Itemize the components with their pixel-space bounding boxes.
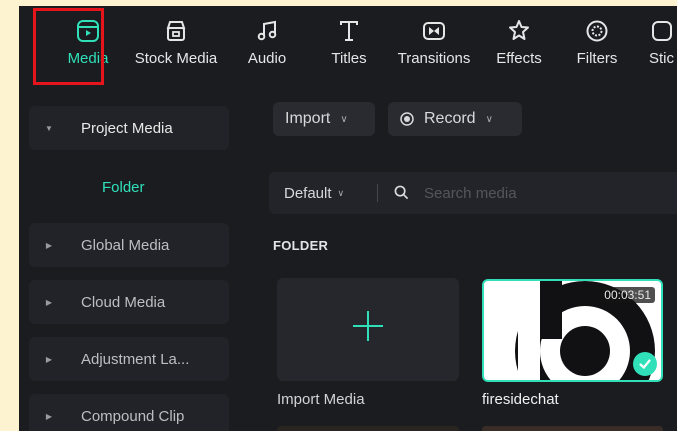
tab-label: Stock Media [134,50,218,67]
check-icon [633,352,657,376]
sidebar-item-label: Folder [102,178,145,196]
record-button[interactable]: Record ∨ [388,102,522,136]
titles-icon [336,18,362,44]
import-media-card[interactable] [277,278,459,381]
sidebar: ▼ Project Media Folder ▶ Global Media ▶ … [19,92,249,431]
chevron-down-icon: ∨ [485,113,493,125]
sidebar-item-label: Compound Clip [81,407,185,425]
tab-label: Filters [576,50,618,67]
stock-media-icon [163,18,189,44]
sidebar-item-project-media[interactable]: ▼ Project Media [29,106,229,150]
section-label: FOLDER [273,238,329,253]
collapsed-triangle-icon: ▶ [45,354,53,364]
audio-note-icon [492,351,510,374]
sort-dropdown[interactable]: Default ∨ [284,172,344,214]
top-toolbar: Media Stock Media Audio Titles Transitio [19,6,677,92]
highlight-box [33,8,104,85]
tab-effects[interactable]: Effects [489,18,549,90]
tab-label: Audio [247,50,287,67]
sidebar-item-label: Project Media [81,119,173,137]
sidebar-item-label: Adjustment La... [81,350,190,368]
search-input[interactable] [424,180,654,206]
record-icon [400,112,414,126]
clip-name: firesidechat [482,391,559,408]
audio-icon [254,18,280,44]
next-thumbnail-partial[interactable] [482,426,663,431]
divider [377,184,378,202]
media-panel: Import ∨ Record ∨ Default ∨ FOLDER [249,92,677,431]
search-icon [394,185,409,205]
import-button[interactable]: Import ∨ [273,102,375,136]
collapsed-triangle-icon: ▶ [45,297,53,307]
tab-audio[interactable]: Audio [242,18,292,90]
sidebar-item-cloud-media[interactable]: ▶ Cloud Media [29,280,229,324]
next-thumbnail-partial[interactable] [277,426,459,431]
tab-stock-media[interactable]: Stock Media [126,18,226,90]
transitions-icon [421,18,447,44]
tab-filters[interactable]: Filters [572,18,622,90]
tab-label: Effects [496,50,542,67]
filters-icon [584,18,610,44]
sidebar-item-adjustment-layer[interactable]: ▶ Adjustment La... [29,337,229,381]
import-label: Import [285,110,331,127]
tab-stickers[interactable]: Stic [649,18,677,90]
sidebar-item-compound-clip[interactable]: ▶ Compound Clip [29,394,229,431]
plus-icon [351,309,385,350]
effects-icon [506,18,532,44]
sidebar-item-label: Global Media [81,236,170,254]
clip-thumbnail[interactable]: 00:03:51 [482,279,663,382]
chevron-down-icon: ∨ [340,113,348,125]
sidebar-item-folder[interactable]: Folder [29,167,229,207]
tab-label: Stic [649,50,675,67]
import-media-label: Import Media [277,391,365,408]
collapsed-triangle-icon: ▶ [45,240,53,250]
sidebar-item-global-media[interactable]: ▶ Global Media [29,223,229,267]
filter-bar: Default ∨ [269,172,677,214]
chevron-down-icon: ∨ [337,187,345,198]
tab-transitions[interactable]: Transitions [392,18,476,90]
clip-duration: 00:03:51 [600,287,655,303]
stickers-icon [649,18,675,44]
tab-label: Transitions [397,50,471,67]
record-label: Record [424,110,476,127]
expanded-triangle-icon: ▼ [45,123,53,133]
sidebar-item-label: Cloud Media [81,293,166,311]
app-window: Media Stock Media Audio Titles Transitio [19,6,677,431]
collapsed-triangle-icon: ▶ [45,411,53,421]
tab-label: Titles [331,50,367,67]
tab-titles[interactable]: Titles [325,18,373,90]
sort-label: Default [284,184,332,202]
